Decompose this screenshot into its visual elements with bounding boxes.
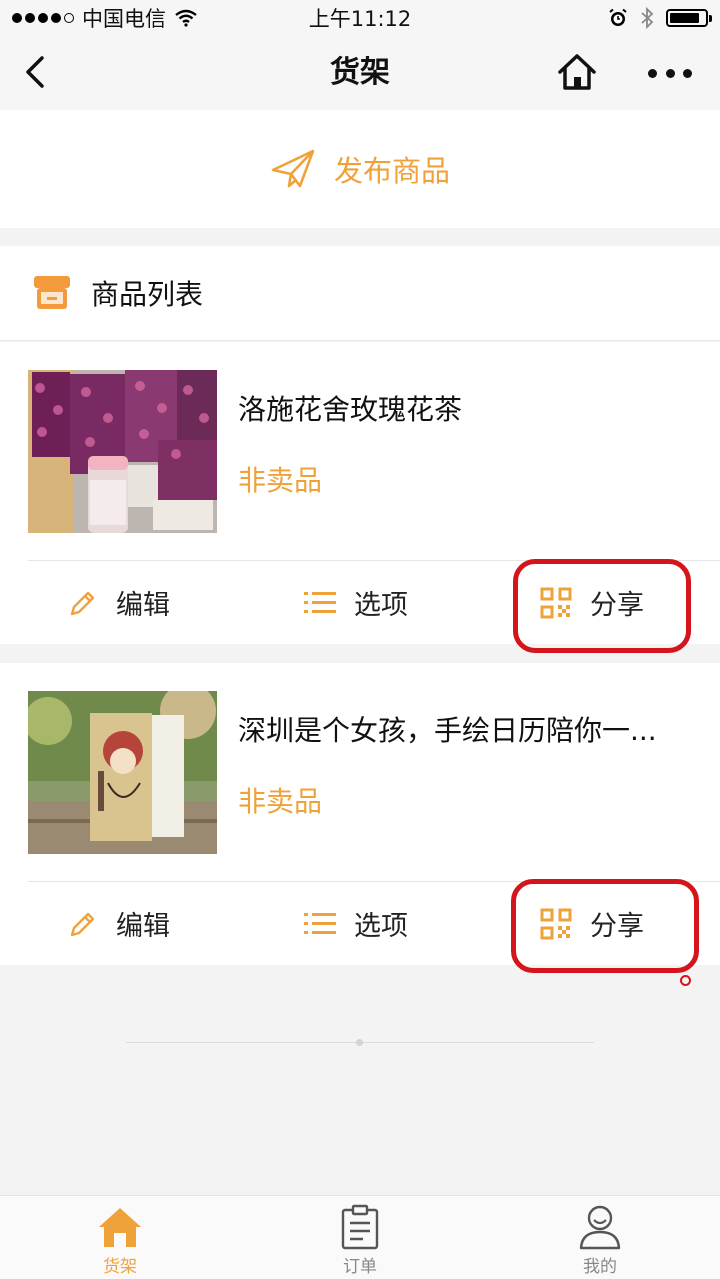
share-label: 分享	[590, 590, 644, 621]
tab-label: 货架	[103, 1257, 137, 1277]
product-image[interactable]	[28, 370, 217, 533]
home-icon	[99, 1208, 141, 1247]
product-name[interactable]: 洛施花舍玫瑰花茶	[238, 388, 688, 428]
product-image[interactable]	[28, 691, 217, 854]
product-actions: 编辑 选项 分享	[0, 561, 720, 644]
more-options-icon[interactable]	[648, 58, 692, 88]
status-bar: 中国电信 上午11:12	[0, 0, 720, 36]
product-status: 非卖品	[238, 785, 323, 818]
tab-shelf[interactable]: 货架	[60, 1196, 180, 1279]
tab-bar: 货架 订单 我的	[0, 1195, 720, 1279]
navigation-bar: 货架	[0, 36, 720, 110]
qr-code-icon	[540, 587, 572, 618]
pencil-icon	[70, 591, 95, 615]
store-icon	[34, 276, 70, 309]
carrier-name: 中国电信	[82, 7, 166, 31]
share-label: 分享	[590, 911, 644, 942]
clipboard-icon	[341, 1204, 379, 1250]
product-list-title: 商品列表	[91, 278, 204, 311]
wifi-icon	[175, 9, 197, 27]
product-status: 非卖品	[238, 464, 323, 497]
options-label: 选项	[354, 911, 408, 942]
tab-orders[interactable]: 订单	[300, 1196, 420, 1279]
alarm-icon	[609, 8, 627, 26]
pencil-icon	[70, 912, 95, 936]
home-icon[interactable]	[556, 52, 598, 92]
edit-label: 编辑	[116, 911, 170, 942]
qr-code-icon	[540, 908, 572, 939]
edit-button[interactable]: 编辑	[68, 882, 170, 965]
battery-icon	[666, 9, 712, 27]
share-button[interactable]: 分享	[540, 561, 644, 644]
page-title: 货架	[330, 55, 390, 90]
product-name[interactable]: 深圳是个女孩，手绘日历陪你一...	[238, 709, 688, 749]
publish-product-button[interactable]: 发布商品	[0, 110, 720, 228]
end-of-list-dot	[356, 1039, 363, 1046]
product-card: 洛施花舍玫瑰花茶 非卖品 编辑 选项 分享	[0, 342, 720, 644]
annotation-marker	[680, 975, 691, 986]
edit-label: 编辑	[116, 590, 170, 621]
tab-label: 我的	[583, 1257, 617, 1277]
back-arrow-icon[interactable]	[20, 54, 52, 90]
bluetooth-icon	[641, 7, 654, 29]
list-icon	[304, 591, 336, 613]
options-button[interactable]: 选项	[304, 882, 408, 965]
status-right	[608, 7, 712, 29]
product-actions: 编辑 选项 分享	[0, 882, 720, 965]
product-list-header: 商品列表	[0, 246, 720, 341]
options-button[interactable]: 选项	[304, 561, 408, 644]
status-left: 中国电信	[12, 3, 198, 33]
user-icon	[579, 1205, 621, 1250]
tab-profile[interactable]: 我的	[540, 1196, 660, 1279]
edit-button[interactable]: 编辑	[68, 561, 170, 644]
product-card: 深圳是个女孩，手绘日历陪你一... 非卖品 编辑 选项 分享	[0, 663, 720, 965]
signal-strength-icon	[12, 13, 74, 23]
list-icon	[304, 912, 336, 934]
tab-label: 订单	[343, 1257, 377, 1277]
options-label: 选项	[354, 590, 408, 621]
paper-plane-icon	[271, 149, 315, 188]
share-button[interactable]: 分享	[540, 882, 644, 965]
publish-product-label: 发布商品	[333, 154, 450, 188]
